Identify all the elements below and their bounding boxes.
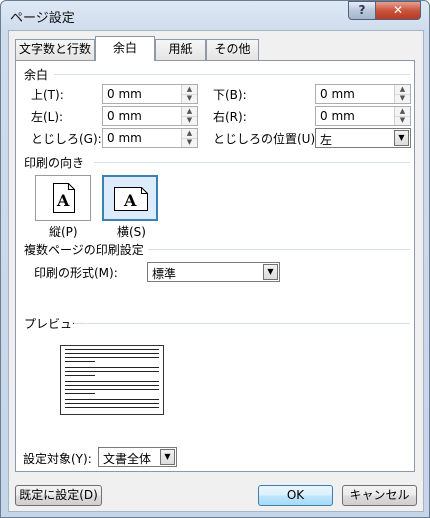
dialog-title: ページ設定 [10,11,75,26]
spinner-buttons: ▲ ▼ [181,107,197,125]
gutter-position-label: とじしろの位置(U): [213,132,320,146]
preview-line [65,389,159,390]
tab-margins[interactable]: 余白 [95,36,155,61]
top-margin-label: 上(T): [31,88,64,102]
spin-down-icon[interactable]: ▼ [395,94,410,103]
preview-line [65,367,159,368]
tab-characters-lines[interactable]: 文字数と行数 [15,39,95,60]
right-margin-label: 右(R): [213,110,247,124]
help-button[interactable]: ? [348,1,376,20]
tab-paper[interactable]: 用紙 [155,39,206,60]
group-divider [148,249,410,250]
spin-down-icon[interactable]: ▼ [182,116,197,125]
preview-line [65,371,159,372]
chevron-down-icon[interactable]: ▼ [160,449,175,465]
preview-line [65,357,159,358]
close-button[interactable]: ✕ [375,1,421,20]
pages-group-label: 複数ページの印刷設定 [24,243,144,257]
portrait-label: 縦(P) [49,225,78,239]
title-bar[interactable]: ページ設定 ? ✕ [1,1,429,29]
preview-line [65,375,95,376]
portrait-page-icon: A [53,183,75,213]
group-divider [74,323,410,324]
preview-line [65,407,159,408]
apply-to-select[interactable]: 文書全体 ▼ [98,447,177,467]
preview-line [65,385,159,386]
spin-down-icon[interactable]: ▼ [182,94,197,103]
preview-line [65,393,95,394]
spin-down-icon[interactable]: ▼ [395,116,410,125]
chevron-down-icon[interactable]: ▼ [263,264,278,280]
print-format-select[interactable]: 標準 ▼ [147,262,280,282]
spinner-buttons: ▲ ▼ [394,107,410,125]
left-margin-label: 左(L): [31,110,64,124]
gutter-position-value: 左 [320,133,333,147]
preview-line [65,381,159,382]
left-margin-value: 0 mm [107,109,142,123]
apply-to-value: 文書全体 [103,452,152,466]
page-letter-a: A [123,191,137,210]
tab-other[interactable]: その他 [206,39,259,60]
preview-line [65,403,159,404]
page-letter-a: A [56,191,70,210]
gutter-spinner[interactable]: 0 mm ▲ ▼ [102,128,198,148]
help-icon: ? [358,3,366,17]
margins-group-label: 余白 [24,68,49,82]
preview-line [65,399,159,400]
dialog-client: 文字数と行数 余白 用紙 その他 余白 上(T): 0 mm ▲ ▼ 下(B):… [8,30,424,512]
spinner-buttons: ▲ ▼ [181,129,197,147]
bottom-margin-value: 0 mm [320,87,355,101]
preview-line [65,349,159,350]
landscape-page-icon: A [114,187,148,211]
set-as-default-button[interactable]: 既定に設定(D) [15,485,102,506]
print-format-label: 印刷の形式(M): [34,266,118,280]
landscape-label: 横(S) [117,225,146,239]
gutter-position-select[interactable]: 左 ▼ [315,128,411,148]
top-margin-value: 0 mm [107,87,142,101]
chevron-down-icon[interactable]: ▼ [394,130,409,146]
spinner-buttons: ▲ ▼ [394,85,410,103]
spinner-buttons: ▲ ▼ [181,85,197,103]
preview-line [65,361,95,362]
print-format-value: 標準 [152,267,177,281]
group-divider [54,74,410,75]
apply-to-label: 設定対象(Y): [23,452,92,466]
portrait-option[interactable]: A [35,175,91,221]
landscape-option[interactable]: A [102,175,158,221]
close-icon: ✕ [392,3,404,17]
group-divider [94,162,410,163]
page-preview [60,345,164,415]
page-setup-dialog: ページ設定 ? ✕ 文字数と行数 余白 用紙 その他 余白 上(T): 0 mm… [0,0,430,518]
preview-line [65,353,159,354]
top-margin-spinner[interactable]: 0 mm ▲ ▼ [102,84,198,104]
gutter-value: 0 mm [107,131,142,145]
right-margin-spinner[interactable]: 0 mm ▲ ▼ [315,106,411,126]
bottom-margin-label: 下(B): [213,88,247,102]
right-margin-value: 0 mm [320,109,355,123]
orientation-group-label: 印刷の向き [24,156,85,170]
left-margin-spinner[interactable]: 0 mm ▲ ▼ [102,106,198,126]
ok-button[interactable]: OK [258,485,333,506]
cancel-button[interactable]: キャンセル [342,485,417,506]
spin-down-icon[interactable]: ▼ [182,138,197,147]
bottom-margin-spinner[interactable]: 0 mm ▲ ▼ [315,84,411,104]
gutter-label: とじしろ(G): [31,132,102,146]
